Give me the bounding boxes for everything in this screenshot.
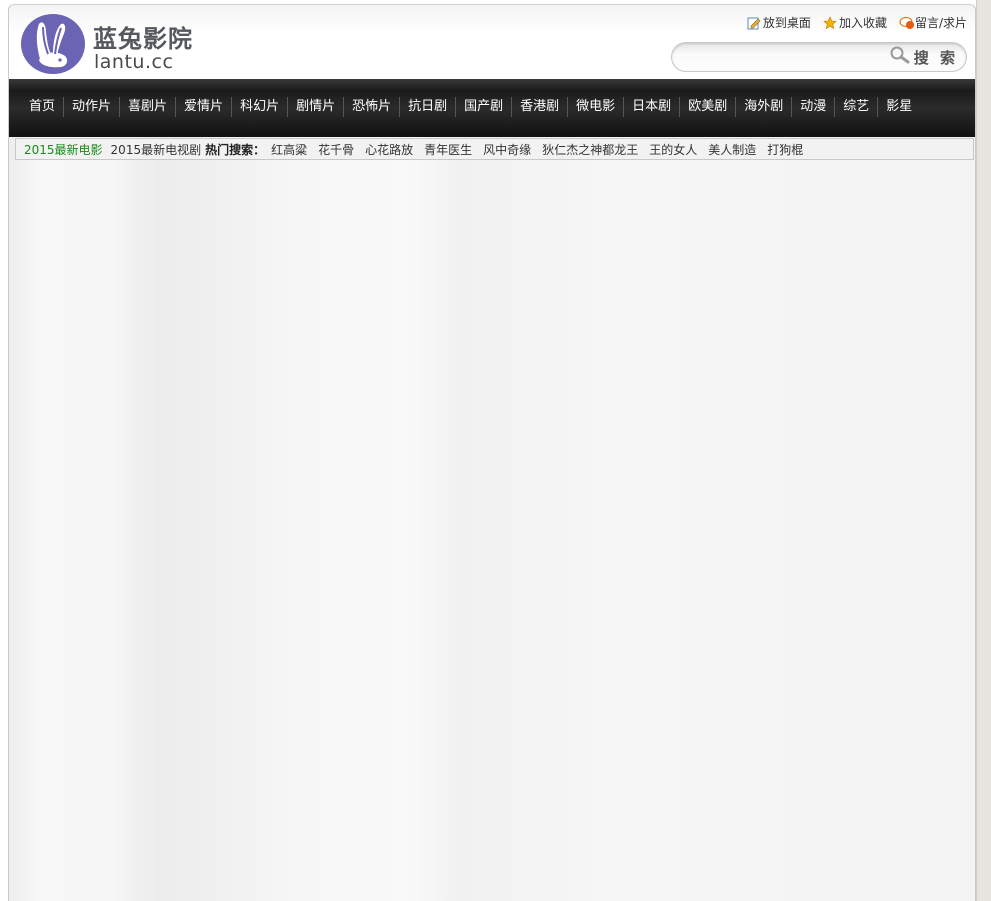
nav-item[interactable]: 欧美剧	[680, 97, 737, 117]
search-input[interactable]	[682, 47, 896, 69]
search-button-label: 搜 索	[913, 48, 958, 67]
message-request-link[interactable]: 留言/求片	[899, 14, 967, 31]
add-to-desktop-label: 放到桌面	[762, 16, 811, 30]
hot-search-item[interactable]: 打狗棍	[767, 143, 803, 157]
nav-item[interactable]: 剧情片	[288, 97, 345, 117]
nav-item[interactable]: 海外剧	[736, 97, 793, 117]
hot-search-item[interactable]: 青年医生	[424, 143, 472, 157]
hot-search-label: 热门搜索：	[205, 142, 266, 157]
nav-item[interactable]: 国产剧	[456, 97, 513, 117]
logo-title[interactable]: 蓝兔影院	[93, 19, 193, 54]
nav-item[interactable]: 微电影	[568, 97, 625, 117]
hot-search-item[interactable]: 风中奇缘	[483, 143, 531, 157]
hot-search-item[interactable]: 心花路放	[365, 143, 413, 157]
main-nav: 首页 动作片 喜剧片 爱情片 科幻片 剧情片 恐怖片 抗日剧 国产剧 香港剧 微电影 日本剧 欧美剧 海外…	[9, 79, 975, 137]
nav-item[interactable]: 喜剧片	[120, 97, 177, 117]
hot-search-item[interactable]: 王的女人	[649, 143, 697, 157]
nav-item[interactable]: 爱情片	[176, 97, 233, 117]
nav-item[interactable]: 科幻片	[232, 97, 289, 117]
add-favorite-link[interactable]: 加入收藏	[823, 14, 887, 31]
hot-search-item[interactable]: 红高粱	[271, 143, 307, 157]
nav-item[interactable]: 首页	[21, 97, 65, 117]
comment-icon	[899, 16, 914, 30]
top-links: 放到桌面 加入收藏 留言/求片	[747, 14, 967, 31]
hot-search-item[interactable]: 花千骨	[318, 143, 354, 157]
add-to-desktop-link[interactable]: 放到桌面	[747, 14, 811, 31]
hot-search-item[interactable]: 美人制造	[708, 143, 756, 157]
window-right-edge	[976, 0, 991, 901]
new-movies-link[interactable]: 2015最新电影	[24, 141, 103, 158]
nav-item[interactable]: 影星	[878, 97, 920, 117]
nav-item[interactable]: 动漫	[792, 97, 836, 117]
hot-search-items: 红高粱 花千骨 心花路放 青年医生 风中奇缘 狄仁杰之神都龙王 王的女人 美人制造 打狗棍	[271, 141, 814, 158]
nav-item[interactable]: 综艺	[835, 97, 879, 117]
search-button[interactable]: 搜 索	[889, 46, 958, 68]
search-icon	[889, 46, 911, 68]
site-header: 蓝兔影院 lantu.cc 放到桌面 加入收藏 留言/求片 搜 索	[9, 5, 975, 79]
hot-search-bar: 2015最新电影 2015最新电视剧 热门搜索： 红高粱 花千骨 心花路放 青年医生风…	[15, 138, 974, 160]
new-tv-link[interactable]: 2015最新电视剧	[111, 141, 202, 158]
nav-item[interactable]: 香港剧	[512, 97, 569, 117]
rabbit-logo-icon[interactable]	[21, 14, 85, 74]
nav-list: 首页 动作片 喜剧片 爱情片 科幻片 剧情片 恐怖片 抗日剧 国产剧 香港剧 微电影 日本剧 欧美剧 海外…	[21, 97, 920, 117]
message-request-label: 留言/求片	[914, 16, 967, 30]
star-icon	[823, 15, 837, 30]
desktop-edit-icon	[747, 16, 761, 30]
search-box: 搜 索	[671, 42, 967, 72]
nav-item[interactable]: 恐怖片	[344, 97, 401, 117]
nav-item[interactable]: 抗日剧	[400, 97, 457, 117]
logo-domain[interactable]: lantu.cc	[94, 51, 173, 73]
add-favorite-label: 加入收藏	[838, 16, 887, 30]
page-container: 蓝兔影院 lantu.cc 放到桌面 加入收藏 留言/求片 搜 索 首页 动作片…	[8, 4, 976, 901]
nav-item[interactable]: 动作片	[64, 97, 121, 117]
nav-item[interactable]: 日本剧	[624, 97, 681, 117]
hot-search-item[interactable]: 狄仁杰之神都龙王	[542, 143, 638, 157]
